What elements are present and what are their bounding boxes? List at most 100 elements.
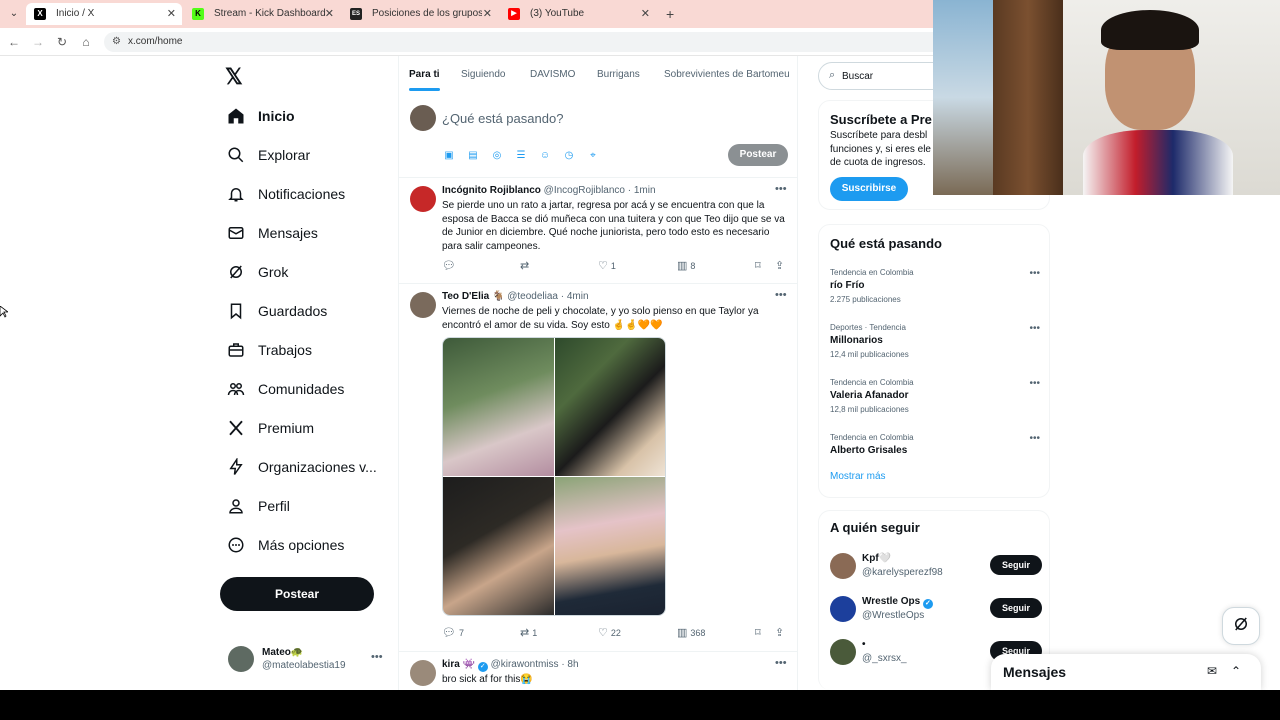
suggestion-name-row: Wrestle Ops ✓: [862, 596, 933, 609]
gif-icon[interactable]: ▤: [466, 149, 480, 163]
tweet-author-name[interactable]: kira 👾: [442, 659, 475, 670]
nav-item-inicio[interactable]: Inicio: [226, 102, 396, 130]
nav-item-trabajos[interactable]: Trabajos: [226, 336, 396, 364]
tab-para-ti[interactable]: Para ti: [409, 69, 440, 91]
x-logo-icon[interactable]: 𝕏: [225, 64, 243, 90]
nav-item-organizaciones[interactable]: Organizaciones v...: [226, 453, 396, 481]
expand-up-icon[interactable]: ⌃: [1231, 664, 1241, 678]
follow-button[interactable]: Seguir: [990, 555, 1042, 575]
search-input[interactable]: Buscar: [842, 71, 873, 82]
emoji-icon[interactable]: ☺: [538, 149, 552, 163]
reply-button[interactable]: 💬︎ 7: [442, 626, 464, 639]
more-horizontal-icon[interactable]: •••: [1029, 378, 1040, 389]
tweet-photo[interactable]: [443, 338, 554, 476]
nav-item-guardados[interactable]: Guardados: [226, 297, 396, 325]
tweet-time[interactable]: · 4min: [561, 291, 589, 302]
follow-suggestion[interactable]: Wrestle Ops ✓ @WrestleOps Seguir: [830, 594, 1042, 624]
more-horizontal-icon[interactable]: •••: [775, 289, 787, 301]
tweet-card[interactable]: Incógnito Rojiblanco @IncogRojiblanco · …: [399, 178, 797, 284]
views-button[interactable]: ▥ 368: [677, 626, 705, 639]
new-tab-icon[interactable]: +: [666, 3, 674, 25]
tweet-actions: 💬︎ 7 ⇄ 1 ♡ 22 ▥ 368 ⌑ ⇪: [442, 626, 787, 640]
composer-post-button[interactable]: Postear: [728, 144, 788, 166]
nav-item-mas-opciones[interactable]: Más opciones: [226, 531, 396, 559]
tab-sobrevivientes[interactable]: Sobrevivientes de Bartomeu: [664, 69, 790, 80]
more-horizontal-icon[interactable]: •••: [775, 183, 787, 195]
like-button[interactable]: ♡ 22: [598, 626, 621, 639]
follow-suggestion[interactable]: Kpf🤍 @karelysperezf98 Seguir: [830, 551, 1042, 581]
subscribe-title: Suscríbete a Pre: [830, 112, 932, 127]
close-tab-icon[interactable]: ✕: [483, 3, 492, 25]
site-info-icon[interactable]: ⚙: [112, 32, 121, 52]
back-icon[interactable]: ←: [6, 34, 22, 50]
browser-tab-kick[interactable]: K Stream - Kick Dashboard ✕: [184, 3, 340, 25]
tweet-author-name[interactable]: Teo D'Elia: [442, 291, 489, 302]
trend-item[interactable]: Deportes · Tendencia Millonarios 12,4 mi…: [830, 323, 1040, 371]
follow-button[interactable]: Seguir: [990, 598, 1042, 618]
account-switcher[interactable]: Mateo🐢 @mateolabestia19 •••: [228, 641, 388, 677]
poll-icon[interactable]: ☰: [514, 149, 528, 163]
grok-floating-button[interactable]: [1222, 607, 1260, 645]
schedule-icon[interactable]: ◷: [562, 149, 576, 163]
like-button[interactable]: ♡ 1: [598, 259, 616, 272]
messages-drawer[interactable]: Mensajes ✉ ⌃: [991, 654, 1261, 690]
tweet-author-handle[interactable]: @teodeliaa: [507, 291, 558, 302]
nav-item-premium[interactable]: Premium: [226, 414, 396, 442]
views-button[interactable]: ▥ 8: [677, 259, 695, 272]
tweet-card[interactable]: kira 👾 ✓ @kirawontmiss · 8h ••• bro sick…: [399, 652, 797, 690]
close-tab-icon[interactable]: ✕: [325, 3, 334, 25]
tweet-author-name[interactable]: Incógnito Rojiblanco: [442, 185, 541, 196]
nav-item-explorar[interactable]: Explorar: [226, 141, 396, 169]
nav-item-mensajes[interactable]: Mensajes: [226, 219, 396, 247]
post-button[interactable]: Postear: [220, 577, 374, 611]
trend-item[interactable]: Tendencia en Colombia río Frío 2.275 pub…: [830, 268, 1040, 316]
show-more-link[interactable]: Mostrar más: [830, 471, 886, 482]
tweet-time[interactable]: · 1min: [628, 185, 656, 196]
new-message-icon[interactable]: ✉: [1207, 664, 1217, 678]
close-tab-icon[interactable]: ✕: [641, 3, 650, 25]
tweet-author-handle[interactable]: @kirawontmiss: [491, 659, 559, 670]
browser-tab-youtube[interactable]: ▶ (3) YouTube ✕: [500, 3, 656, 25]
tweet-photo[interactable]: [555, 477, 665, 615]
address-bar[interactable]: ⚙ x.com/home: [104, 32, 944, 52]
tab-search-chevron-icon[interactable]: ⌄: [6, 6, 22, 22]
tab-davismo[interactable]: DAVISMO: [530, 69, 575, 80]
more-horizontal-icon[interactable]: •••: [1029, 323, 1040, 334]
grok-compose-icon[interactable]: ◎: [490, 149, 504, 163]
composer-input[interactable]: ¿Qué está pasando?: [442, 111, 563, 126]
more-horizontal-icon[interactable]: •••: [1029, 433, 1040, 444]
reply-icon[interactable]: 💬︎: [442, 259, 459, 272]
tab-siguiendo[interactable]: Siguiendo: [461, 69, 505, 80]
trend-item[interactable]: Tendencia en Colombia Valeria Afanador 1…: [830, 378, 1040, 426]
share-icon[interactable]: ⇪: [775, 259, 787, 272]
tab-burrigans[interactable]: Burrigans: [597, 69, 640, 80]
tweet-time[interactable]: · 8h: [561, 659, 578, 670]
repost-button[interactable]: ⇄ 1: [520, 626, 537, 639]
repost-icon[interactable]: ⇄: [520, 259, 532, 272]
image-icon[interactable]: ▣: [442, 149, 456, 163]
tweet-author-handle[interactable]: @IncogRojiblanco: [544, 185, 625, 196]
youtube-favicon: ▶: [508, 8, 520, 20]
more-horizontal-icon[interactable]: •••: [371, 651, 383, 663]
nav-item-notificaciones[interactable]: Notificaciones: [226, 180, 396, 208]
bookmark-tweet-icon[interactable]: ⌑: [755, 259, 764, 272]
share-icon[interactable]: ⇪: [775, 626, 787, 639]
forward-icon[interactable]: →: [30, 34, 46, 50]
bookmark-tweet-icon[interactable]: ⌑: [755, 626, 764, 639]
nav-item-grok[interactable]: Grok: [226, 258, 396, 286]
more-horizontal-icon[interactable]: •••: [775, 657, 787, 669]
close-tab-icon[interactable]: ✕: [167, 3, 176, 25]
subscribe-button[interactable]: Suscribirse: [830, 177, 908, 201]
nav-item-perfil[interactable]: Perfil: [226, 492, 396, 520]
tweet-photo[interactable]: [443, 477, 554, 615]
tweet-photo[interactable]: [555, 338, 665, 476]
reload-icon[interactable]: ↻: [54, 34, 70, 50]
location-icon[interactable]: ⌖: [586, 149, 600, 163]
nav-item-comunidades[interactable]: Comunidades: [226, 375, 396, 403]
browser-tab-espn[interactable]: ES Posiciones de los grupos de Lig ✕: [342, 3, 498, 25]
tweet-media-grid[interactable]: [442, 337, 666, 616]
tweet-card[interactable]: Teo D'Elia 🐐 @teodeliaa · 4min ••• Viern…: [399, 284, 797, 652]
browser-tab-x[interactable]: X Inicio / X ✕: [26, 3, 182, 25]
home-browser-icon[interactable]: ⌂: [78, 34, 94, 50]
more-horizontal-icon[interactable]: •••: [1029, 268, 1040, 279]
